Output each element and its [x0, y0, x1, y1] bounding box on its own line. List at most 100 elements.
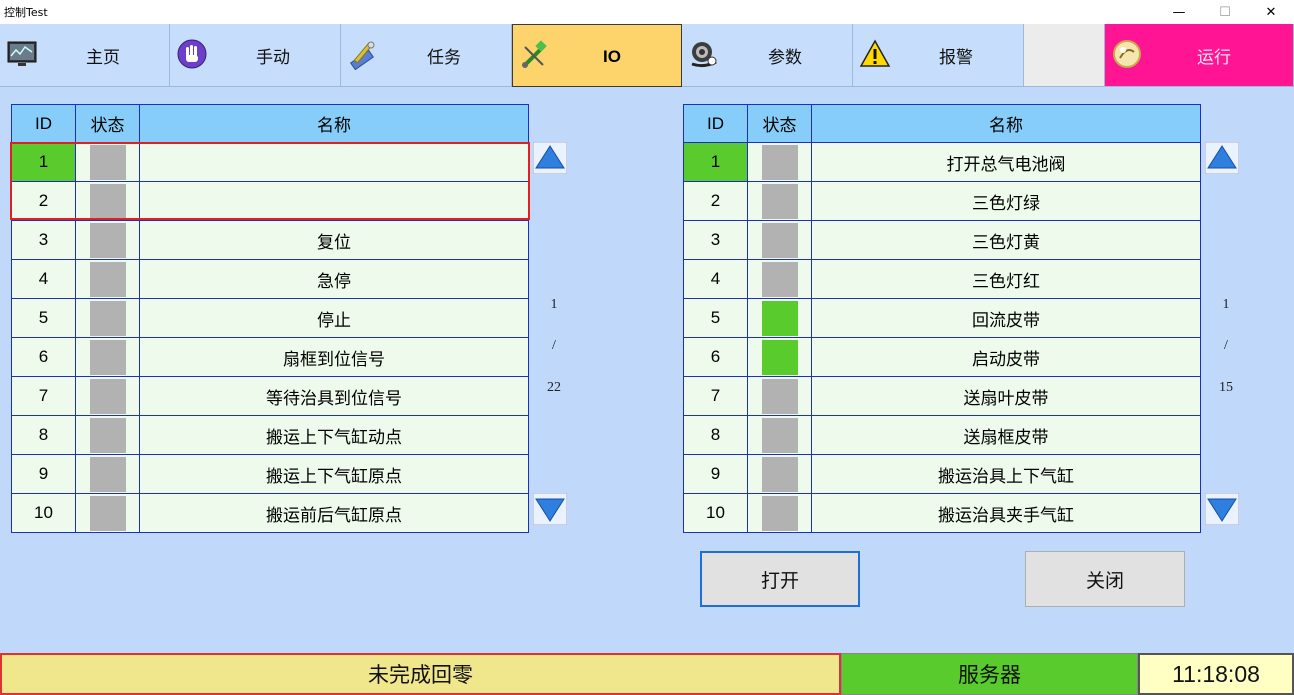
row-status	[75, 415, 140, 455]
row-id: 8	[683, 415, 748, 455]
table-row[interactable]: 1 打开总气电池阀	[683, 142, 1201, 182]
close-button[interactable]: 关闭	[1025, 551, 1185, 607]
row-id: 10	[11, 493, 76, 533]
row-id: 6	[683, 337, 748, 377]
row-status	[75, 493, 140, 533]
nav-task[interactable]: 任务	[341, 24, 512, 87]
nav-manual-label: 手动	[256, 48, 290, 68]
row-id: 6	[11, 337, 76, 377]
table-row[interactable]: 3 三色灯黄	[683, 220, 1201, 260]
row-name: 送扇框皮带	[811, 415, 1201, 455]
row-name: 三色灯红	[811, 259, 1201, 299]
input-scroll-down-button[interactable]	[533, 493, 567, 525]
row-status	[747, 454, 812, 494]
status-indicator-off	[762, 457, 798, 492]
homing-status: 未完成回零	[0, 653, 841, 695]
output-page-current: 1	[1222, 297, 1230, 312]
row-id: 9	[683, 454, 748, 494]
row-id: 1	[11, 142, 76, 182]
nav-run-label: 运行	[1197, 48, 1231, 68]
close-window-button[interactable]: ✕	[1248, 0, 1294, 24]
nav-alarm[interactable]: 报警	[853, 24, 1024, 87]
row-name: 三色灯黄	[811, 220, 1201, 260]
input-scroll-up-button[interactable]	[533, 142, 567, 174]
table-row[interactable]: 2	[11, 181, 529, 221]
output-scroll-down-button[interactable]	[1205, 493, 1239, 525]
row-status	[747, 220, 812, 260]
row-status	[75, 181, 140, 221]
row-status	[75, 142, 140, 182]
table-row[interactable]: 9 搬运治具上下气缸	[683, 454, 1201, 494]
row-name	[139, 142, 529, 182]
row-name: 搬运治具上下气缸	[811, 454, 1201, 494]
status-indicator-off	[90, 184, 126, 219]
table-row[interactable]: 4 急停	[11, 259, 529, 299]
table-row[interactable]: 7 等待治具到位信号	[11, 376, 529, 416]
output-scroll-up-button[interactable]	[1205, 142, 1239, 174]
input-io-table: ID 状态 名称 1 2 3 复位 4 急停 5 停止 6 扇框到位信号 7 等待治具到位信号 8 搬运上…	[11, 104, 529, 533]
table-row[interactable]: 6 扇框到位信号	[11, 337, 529, 377]
nav-run[interactable]: 运行	[1105, 24, 1294, 87]
row-id: 2	[683, 181, 748, 221]
open-button[interactable]: 打开	[700, 551, 860, 607]
gear-icon	[691, 42, 717, 68]
warning-icon	[859, 39, 891, 67]
table-row[interactable]: 2 三色灯绿	[683, 181, 1201, 221]
nav-home-label: 主页	[86, 48, 120, 68]
row-name: 搬运前后气缸原点	[139, 493, 529, 533]
status-indicator-off	[762, 262, 798, 297]
nav-task-label: 任务	[427, 48, 461, 68]
status-indicator-off	[762, 418, 798, 453]
header-name: 名称	[139, 104, 529, 143]
status-indicator-off	[90, 340, 126, 375]
row-id: 5	[11, 298, 76, 338]
row-name: 送扇叶皮带	[811, 376, 1201, 416]
table-row[interactable]: 6 启动皮带	[683, 337, 1201, 377]
table-row[interactable]: 8 搬运上下气缸动点	[11, 415, 529, 455]
row-status	[747, 298, 812, 338]
header-name: 名称	[811, 104, 1201, 143]
row-status	[75, 259, 140, 299]
row-name: 复位	[139, 220, 529, 260]
row-name: 三色灯绿	[811, 181, 1201, 221]
table-row[interactable]: 4 三色灯红	[683, 259, 1201, 299]
row-name: 搬运上下气缸动点	[139, 415, 529, 455]
nav-io[interactable]: IO	[512, 24, 682, 87]
row-id: 2	[11, 181, 76, 221]
table-row[interactable]: 1	[11, 142, 529, 182]
row-name: 回流皮带	[811, 298, 1201, 338]
table-row[interactable]: 7 送扇叶皮带	[683, 376, 1201, 416]
row-id: 4	[11, 259, 76, 299]
minimize-button[interactable]: —	[1156, 0, 1202, 24]
table-row[interactable]: 10 搬运前后气缸原点	[11, 493, 529, 533]
nav-params[interactable]: 参数	[682, 24, 853, 87]
status-indicator-off	[762, 145, 798, 180]
row-id: 4	[683, 259, 748, 299]
row-status	[747, 181, 812, 221]
maximize-button[interactable]: ☐	[1202, 0, 1248, 24]
table-row[interactable]: 5 停止	[11, 298, 529, 338]
nav-manual[interactable]: 手动	[170, 24, 341, 87]
row-status	[747, 376, 812, 416]
status-indicator-off	[762, 496, 798, 531]
table-row[interactable]: 10 搬运治具夹手气缸	[683, 493, 1201, 533]
server-status: 服务器	[841, 653, 1138, 695]
table-row[interactable]: 8 送扇框皮带	[683, 415, 1201, 455]
row-id: 9	[11, 454, 76, 494]
monitor-icon	[7, 41, 37, 66]
output-page-total: 15	[1219, 380, 1233, 395]
row-status	[747, 142, 812, 182]
run-icon	[1113, 40, 1141, 68]
nav-home[interactable]: 主页	[0, 24, 170, 87]
row-status	[747, 259, 812, 299]
header-status: 状态	[75, 104, 140, 143]
table-row[interactable]: 3 复位	[11, 220, 529, 260]
row-name: 搬运治具夹手气缸	[811, 493, 1201, 533]
row-name: 扇框到位信号	[139, 337, 529, 377]
status-bar: 未完成回零 服务器 11:18:08	[0, 653, 1294, 695]
table-row[interactable]: 9 搬运上下气缸原点	[11, 454, 529, 494]
status-indicator-off	[90, 418, 126, 453]
row-name	[139, 181, 529, 221]
row-id: 10	[683, 493, 748, 533]
table-row[interactable]: 5 回流皮带	[683, 298, 1201, 338]
